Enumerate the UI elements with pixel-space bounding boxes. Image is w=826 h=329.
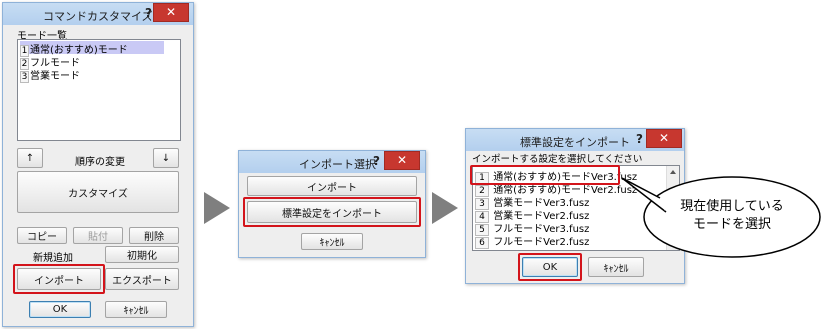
import-button-highlight — [13, 264, 105, 294]
cancel-button[interactable]: ｷｬﾝｾﾙ — [105, 301, 167, 318]
delete-button[interactable]: 削除 — [129, 227, 179, 244]
list-item[interactable]: 2 フルモード — [20, 54, 80, 70]
title-bar: 標準設定をインポート ? ✕ — [466, 129, 684, 151]
close-button[interactable]: ✕ — [384, 151, 420, 170]
list-item[interactable]: 3 営業モード — [20, 67, 80, 83]
import-select-dialog: インポート選択 ? ✕ インポート 標準設定をインポート ｷｬﾝｾﾙ — [238, 150, 426, 258]
list-item[interactable]: 1 通常(おすすめ)モード — [20, 41, 164, 57]
dialog-title: 標準設定をインポート — [520, 136, 630, 149]
move-down-button[interactable]: ↓ — [153, 148, 179, 168]
first-file-highlight — [470, 165, 620, 185]
help-icon[interactable]: ? — [145, 6, 152, 20]
flow-arrow-icon — [432, 192, 458, 224]
close-button[interactable]: ✕ — [646, 129, 682, 148]
help-icon[interactable]: ? — [636, 132, 643, 146]
title-bar: コマンドカスタマイズ ? ✕ — [3, 3, 193, 25]
callout-line-1: 現在使用している — [680, 199, 784, 214]
command-customize-dialog: コマンドカスタマイズ ? ✕ モード一覧 1 通常(おすすめ)モード 2 フルモード… — [2, 2, 194, 327]
customize-button[interactable]: カスタマイズ — [17, 171, 179, 213]
export-button[interactable]: エクスポート — [105, 268, 179, 290]
order-change-label: 順序の変更 — [75, 157, 125, 168]
copy-button[interactable]: コピー — [17, 227, 67, 244]
title-bar: インポート選択 ? ✕ — [239, 151, 425, 173]
callout-text: 現在使用している モードを選択 — [652, 198, 812, 234]
ok-button-highlight — [518, 253, 582, 281]
callout-line-2: モードを選択 — [692, 217, 771, 232]
close-button[interactable]: ✕ — [153, 3, 189, 22]
item-number: 3 — [20, 71, 29, 83]
item-number: 6 — [475, 237, 489, 249]
mode-list[interactable]: 1 通常(おすすめ)モード 2 フルモード 3 営業モード — [17, 39, 181, 141]
import-button[interactable]: インポート — [247, 176, 417, 196]
help-icon[interactable]: ? — [373, 154, 380, 168]
cancel-button[interactable]: ｷｬﾝｾﾙ — [301, 233, 363, 250]
import-standard-highlight — [243, 197, 421, 227]
flow-arrow-icon — [204, 192, 230, 224]
ok-button[interactable]: OK — [29, 301, 91, 318]
new-add-label: 新規追加 — [33, 253, 73, 264]
item-label: フルモードVer2.fusz — [493, 237, 590, 248]
move-up-button[interactable]: ↑ — [17, 148, 43, 168]
initialize-button[interactable]: 初期化 — [105, 246, 179, 263]
dialog-title: インポート選択 — [299, 158, 376, 171]
paste-button[interactable]: 貼付 — [73, 227, 123, 244]
dialog-title: コマンドカスタマイズ — [43, 10, 153, 23]
item-label: 営業モード — [30, 71, 80, 82]
